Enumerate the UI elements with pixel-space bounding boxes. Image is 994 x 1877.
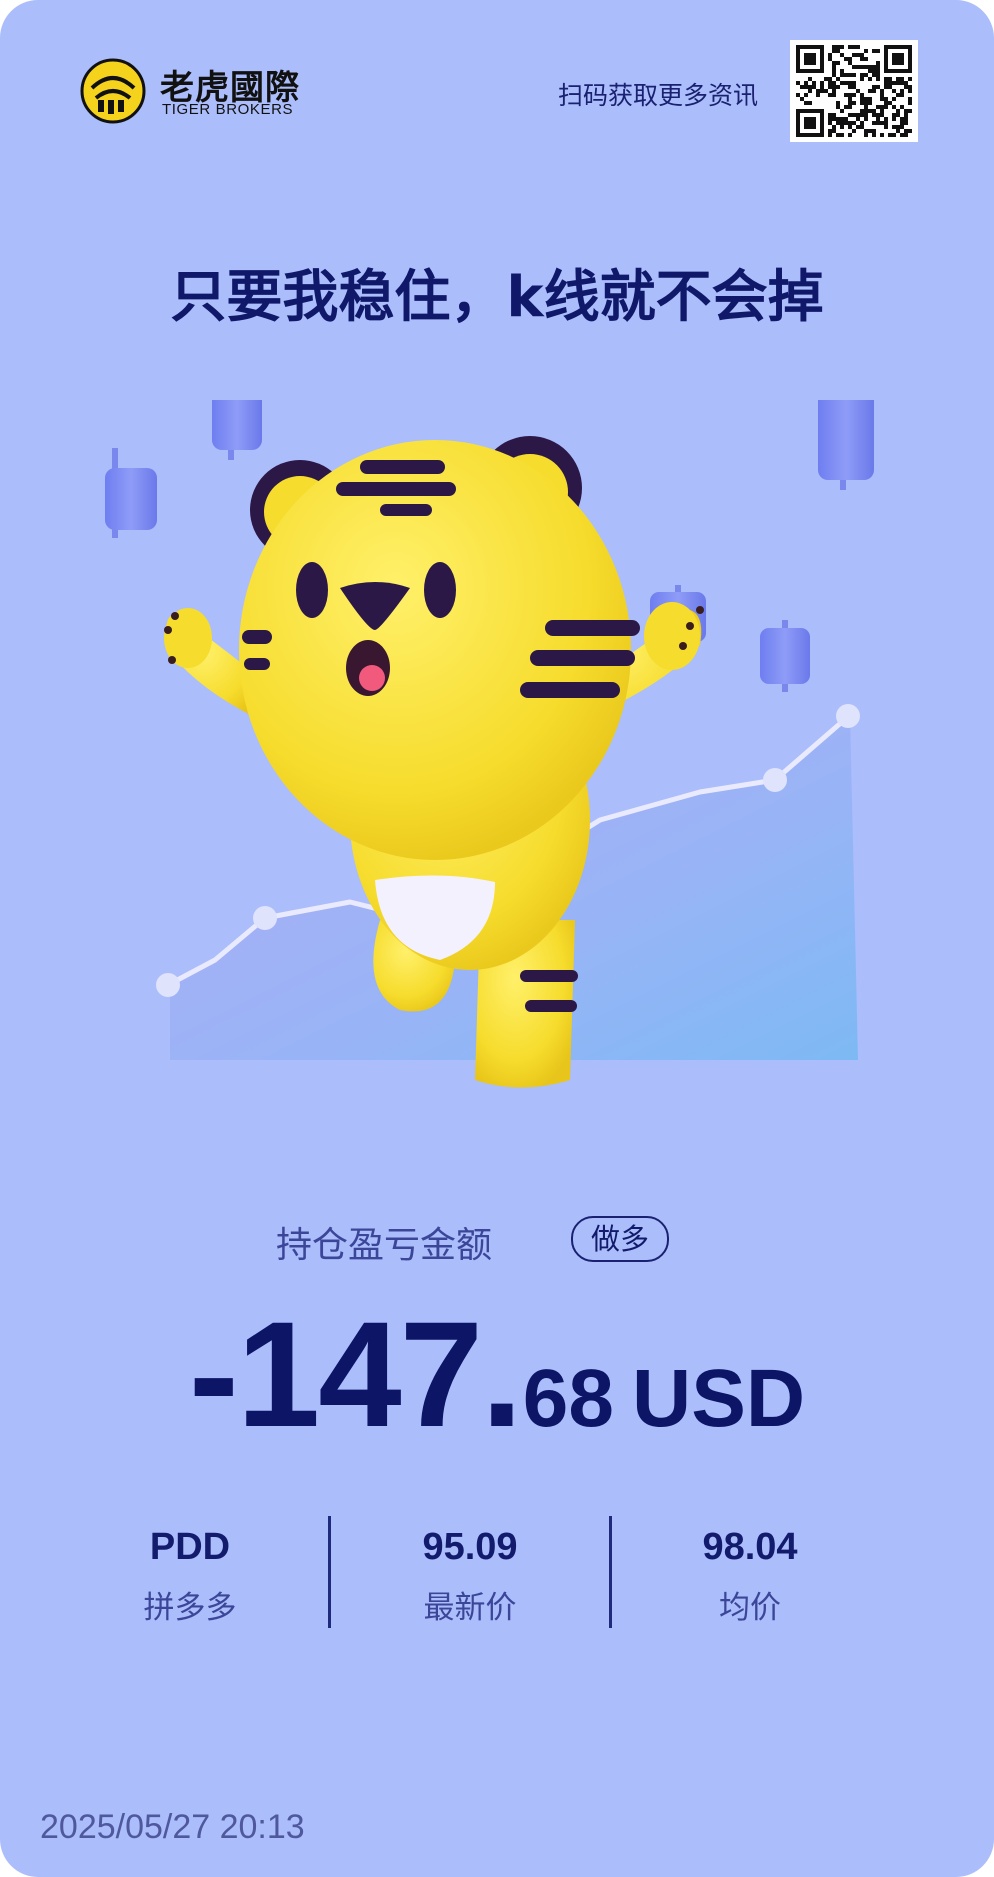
- qr-code-icon: [790, 40, 918, 142]
- tiger-mascot-illustration: [105, 400, 874, 1088]
- pl-amount-integer: -147: [188, 1290, 483, 1458]
- position-stats: PDD 拼多多 95.09 最新价 98.04 均价: [0, 1512, 994, 1632]
- ticker-symbol: PDD: [149, 1526, 231, 1568]
- pl-currency: USD: [632, 1353, 806, 1444]
- qr-code[interactable]: [790, 40, 918, 142]
- brand-logo: 老虎國際 TIGER BROKERS: [80, 58, 300, 126]
- pl-amount: -147.68 USD: [0, 1288, 994, 1458]
- stat-average-price: 98.04 均价: [610, 1512, 890, 1627]
- timestamp: 2025/05/27 20:13: [40, 1808, 305, 1846]
- pl-amount-dot: .: [481, 1290, 523, 1458]
- slogan-headline: 只要我稳住，k线就不会掉: [170, 265, 824, 330]
- average-price-value: 98.04: [702, 1526, 798, 1568]
- latest-price-value: 95.09: [422, 1526, 518, 1568]
- stat-ticker: PDD 拼多多: [50, 1512, 330, 1627]
- average-price-label: 均价: [719, 1590, 781, 1626]
- pl-label-row: 持仓盈亏金额 做多: [0, 1214, 994, 1266]
- latest-price-label: 最新价: [423, 1590, 517, 1626]
- scan-prompt: 扫码获取更多资讯: [557, 81, 758, 110]
- direction-badge: 做多: [571, 1216, 669, 1262]
- share-card: 老虎國際 TIGER BROKERS 扫码获取更多资讯 只要我稳住，k线就不会掉: [0, 0, 994, 1877]
- tiger-logo-icon: [80, 58, 146, 124]
- brand-name-english: TIGER BROKERS: [162, 101, 294, 118]
- pl-label: 持仓盈亏金额: [276, 1225, 493, 1266]
- pl-amount-decimal: 68: [522, 1353, 614, 1444]
- stat-latest-price: 95.09 最新价: [330, 1512, 610, 1627]
- ticker-name: 拼多多: [143, 1590, 237, 1626]
